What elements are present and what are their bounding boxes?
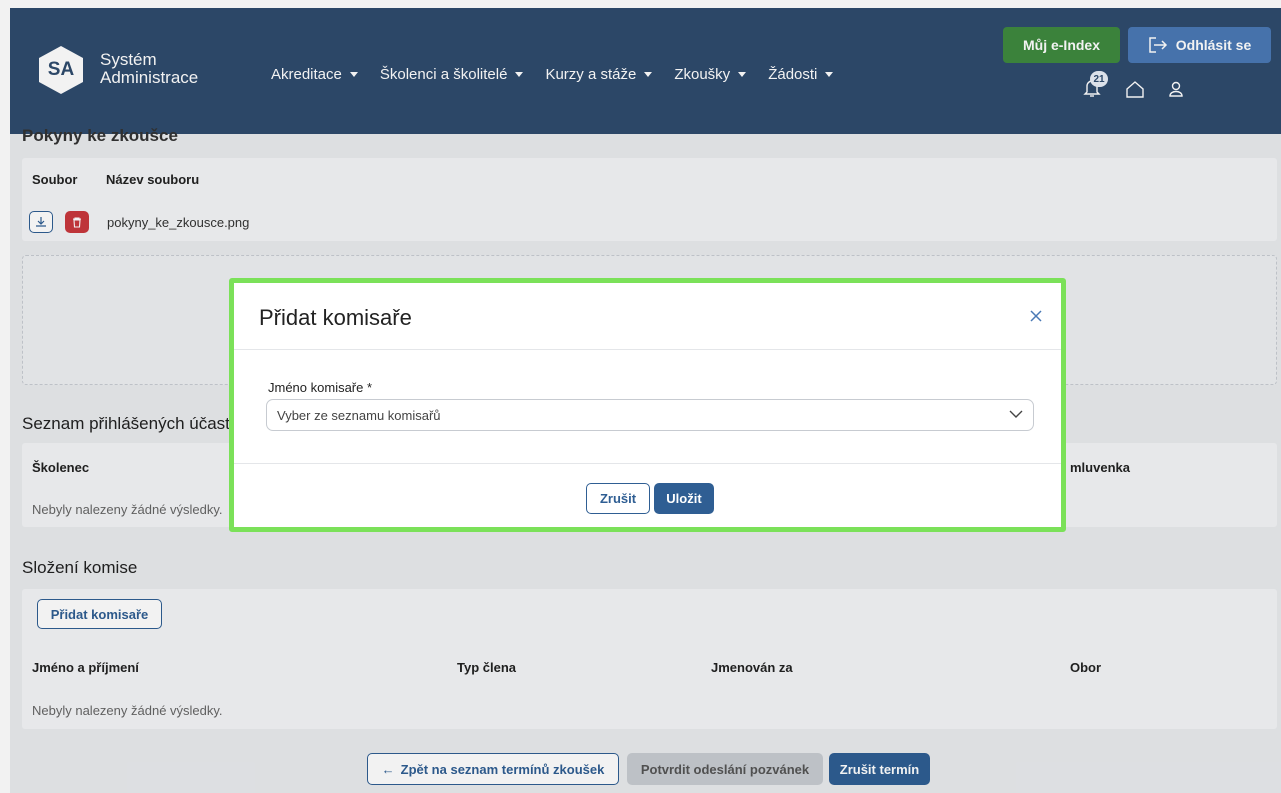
chevron-down-icon (1009, 410, 1023, 418)
add-commissioner-modal: Přidat komisaře Jméno komisaře * Vyber z… (229, 278, 1066, 532)
close-icon[interactable] (1028, 308, 1044, 324)
select-placeholder: Vyber ze seznamu komisařů (277, 407, 441, 423)
modal-cancel-button[interactable]: Zrušit (586, 483, 650, 514)
commissioner-name-label: Jméno komisaře * (268, 380, 373, 395)
modal-save-button[interactable]: Uložit (654, 483, 714, 514)
modal-title: Přidat komisaře (259, 305, 412, 330)
commissioner-select[interactable]: Vyber ze seznamu komisařů (266, 399, 1034, 431)
modal-footer-divider (234, 463, 1061, 464)
modal-header-divider (234, 349, 1061, 350)
